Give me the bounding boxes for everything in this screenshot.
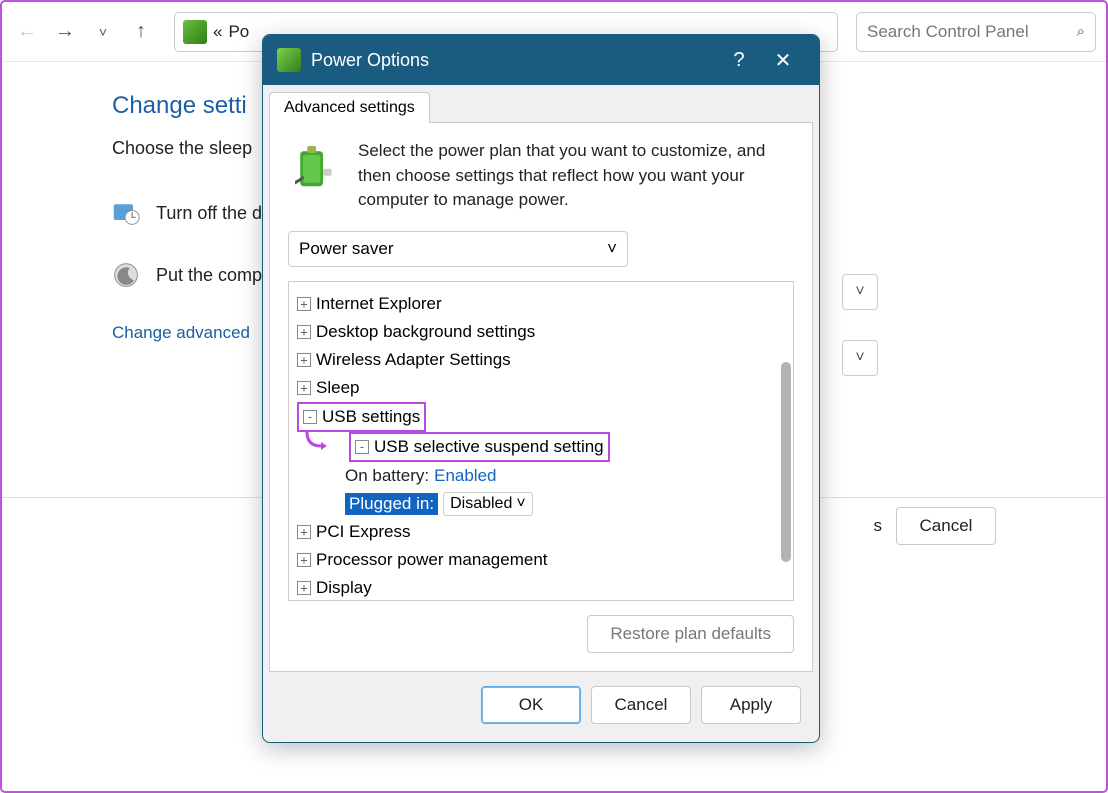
apply-button[interactable]: Apply <box>701 686 801 724</box>
tree-item-label: Desktop background settings <box>316 322 535 342</box>
help-button[interactable]: ? <box>717 38 761 82</box>
settings-tree[interactable]: + Internet Explorer + Desktop background… <box>288 281 794 601</box>
dialog-intro-text: Select the power plan that you want to c… <box>358 139 794 213</box>
search-icon: ⌕ <box>1077 23 1085 40</box>
breadcrumb-label: Po <box>228 22 249 42</box>
display-timeout-icon <box>112 199 140 227</box>
tree-item-sleep[interactable]: + Sleep <box>293 374 789 402</box>
nav-forward-icon[interactable]: → <box>50 17 80 47</box>
cancel-button[interactable]: Cancel <box>591 686 691 724</box>
power-options-dialog: Power Options ? ✕ Advanced settings Sele… <box>262 34 820 743</box>
nav-back-icon: ← <box>12 17 42 47</box>
sleep-dropdown[interactable]: ˅ <box>842 340 878 376</box>
plugged-in-label: Plugged in: <box>345 493 438 515</box>
expander-icon[interactable]: + <box>297 381 311 395</box>
plugged-in-value: Disabled <box>450 495 512 513</box>
tree-item-processor-power[interactable]: + Processor power management <box>293 546 789 574</box>
tree-item-usb-selective-suspend[interactable]: - USB selective suspend setting <box>321 432 610 462</box>
tree-item-desktop-background[interactable]: + Desktop background settings <box>293 318 789 346</box>
tree-value-on-battery[interactable]: On battery: Enabled <box>293 462 789 490</box>
tree-value-plugged-in[interactable]: Plugged in: Disabled ˅ <box>293 490 789 518</box>
plugged-in-dropdown[interactable]: Disabled ˅ <box>443 492 533 516</box>
annotation-arrow-icon <box>301 430 329 458</box>
cancel-button[interactable]: Cancel <box>896 507 996 545</box>
power-plan-value: Power saver <box>299 239 393 259</box>
tree-item-display[interactable]: + Display <box>293 574 789 601</box>
expander-icon[interactable]: + <box>297 553 311 567</box>
tree-item-pci-express[interactable]: + PCI Express <box>293 518 789 546</box>
sleep-icon <box>112 261 140 289</box>
expander-icon[interactable]: - <box>303 410 317 424</box>
nav-up-icon[interactable]: ↑ <box>126 17 156 47</box>
partial-text: s <box>874 516 883 536</box>
tree-item-label: Processor power management <box>316 550 548 570</box>
setting-row-label: Turn off the d <box>156 203 262 224</box>
dialog-title: Power Options <box>311 50 717 71</box>
tree-item-label: USB selective suspend setting <box>374 437 604 457</box>
breadcrumb-prefix: « <box>213 22 222 42</box>
power-icon <box>183 20 207 44</box>
expander-icon[interactable]: + <box>297 525 311 539</box>
setting-row-label: Put the comp <box>156 265 262 286</box>
expander-icon[interactable]: - <box>355 440 369 454</box>
tab-advanced-settings[interactable]: Advanced settings <box>269 92 430 123</box>
display-dropdown[interactable]: ˅ <box>842 274 878 310</box>
dialog-icon <box>277 48 301 72</box>
chevron-down-icon: ˅ <box>516 495 525 513</box>
on-battery-value[interactable]: Enabled <box>434 466 496 486</box>
expander-icon[interactable]: + <box>297 353 311 367</box>
close-button[interactable]: ✕ <box>761 38 805 82</box>
tree-item-label: USB settings <box>322 407 420 427</box>
restore-defaults-button[interactable]: Restore plan defaults <box>587 615 794 653</box>
expander-icon[interactable]: + <box>297 581 311 595</box>
nav-recent-icon[interactable]: ˅ <box>88 17 118 47</box>
on-battery-label: On battery: <box>345 466 429 486</box>
tree-item-label: Sleep <box>316 378 359 398</box>
chevron-down-icon: ˅ <box>607 239 617 259</box>
tree-item-usb-settings[interactable]: - USB settings <box>293 402 426 432</box>
tree-item-label: Display <box>316 578 372 598</box>
ok-button[interactable]: OK <box>481 686 581 724</box>
power-plan-select[interactable]: Power saver ˅ <box>288 231 628 267</box>
battery-power-icon <box>288 139 344 195</box>
tree-item-wireless-adapter[interactable]: + Wireless Adapter Settings <box>293 346 789 374</box>
expander-icon[interactable]: + <box>297 297 311 311</box>
tree-item-internet-explorer[interactable]: + Internet Explorer <box>293 290 789 318</box>
expander-icon[interactable]: + <box>297 325 311 339</box>
tree-item-label: PCI Express <box>316 522 410 542</box>
search-placeholder: Search Control Panel <box>867 22 1029 42</box>
scrollbar-thumb[interactable] <box>781 362 791 562</box>
tree-item-label: Wireless Adapter Settings <box>316 350 511 370</box>
tree-item-label: Internet Explorer <box>316 294 442 314</box>
search-input[interactable]: Search Control Panel ⌕ <box>856 12 1096 52</box>
